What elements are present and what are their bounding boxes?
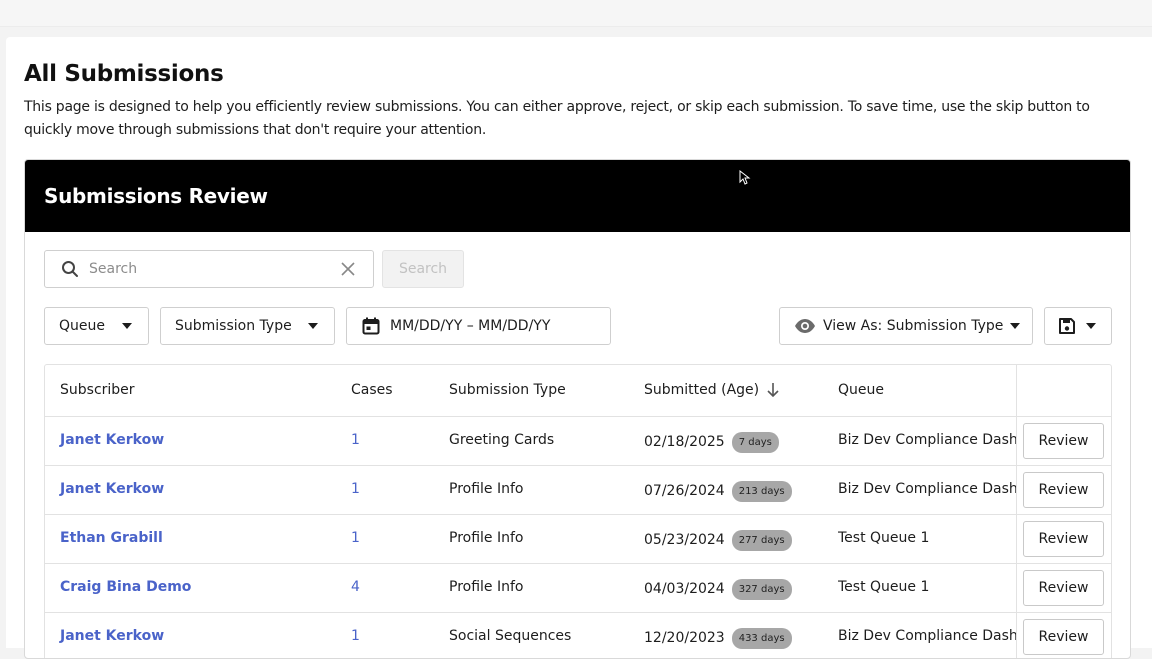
submitted-cell: 02/18/2025 7 days	[644, 432, 779, 453]
submitted-cell: 05/23/2024 277 days	[644, 530, 792, 551]
calendar-icon	[362, 317, 380, 335]
mouse-cursor-icon	[739, 170, 751, 185]
submission-type-cell: Profile Info	[449, 579, 524, 595]
header-queue[interactable]: Queue	[838, 382, 884, 398]
caret-down-icon	[122, 323, 132, 329]
submission-type-dropdown-label: Submission Type	[175, 318, 292, 334]
date-range-label: MM/DD/YY – MM/DD/YY	[390, 318, 551, 334]
submission-type-cell: Profile Info	[449, 481, 524, 497]
search-box	[44, 250, 374, 288]
submitted-date: 04/03/2024	[644, 581, 725, 597]
submission-type-cell: Social Sequences	[449, 628, 572, 644]
submission-type-cell: Profile Info	[449, 530, 524, 546]
review-button[interactable]: Review	[1023, 521, 1104, 557]
view-as-label: View As: Submission Type	[823, 318, 1004, 334]
table-row: Craig Bina Demo 4 Profile Info 04/03/202…	[45, 564, 1111, 613]
review-button[interactable]: Review	[1023, 472, 1104, 508]
subscriber-link[interactable]: Janet Kerkow	[60, 481, 164, 497]
table-row: Janet Kerkow 1 Profile Info 07/26/2024 21…	[45, 466, 1111, 515]
arrow-down-icon[interactable]	[766, 382, 780, 398]
submitted-date: 12/20/2023	[644, 630, 725, 646]
cases-link[interactable]: 1	[351, 432, 360, 448]
save-icon	[1059, 318, 1075, 334]
page-description: This page is designed to help you effici…	[24, 99, 1090, 138]
table-row: Ethan Grabill 1 Profile Info 05/23/2024 2…	[45, 515, 1111, 564]
table-header: Subscriber Cases Submission Type Submitt…	[45, 365, 1111, 417]
review-button[interactable]: Review	[1023, 423, 1104, 459]
age-badge: 213 days	[731, 481, 792, 502]
review-button[interactable]: Review	[1023, 570, 1104, 606]
subscriber-link[interactable]: Janet Kerkow	[60, 628, 164, 644]
queue-cell: Test Queue 1	[838, 530, 930, 546]
panel-header: Submissions Review	[25, 160, 1130, 232]
subscriber-link[interactable]: Janet Kerkow	[60, 432, 164, 448]
submitted-cell: 04/03/2024 327 days	[644, 579, 792, 600]
age-badge: 433 days	[731, 628, 792, 649]
caret-down-icon	[1086, 323, 1096, 329]
age-badge: 7 days	[731, 432, 779, 453]
submitted-date: 02/18/2025	[644, 434, 725, 450]
queue-cell: Biz Dev Compliance Dashboard	[838, 481, 1016, 497]
save-view-dropdown[interactable]	[1044, 307, 1112, 345]
caret-down-icon	[308, 323, 318, 329]
header-cases[interactable]: Cases	[351, 382, 393, 398]
table-row: Janet Kerkow 1 Social Sequences 12/20/20…	[45, 613, 1111, 658]
view-as-dropdown[interactable]: View As: Submission Type	[779, 307, 1033, 345]
caret-down-icon	[1010, 323, 1020, 329]
header-submission-type[interactable]: Submission Type	[449, 382, 566, 398]
submitted-cell: 07/26/2024 213 days	[644, 481, 792, 502]
age-badge: 277 days	[731, 530, 792, 551]
cases-link[interactable]: 1	[351, 481, 360, 497]
cases-link[interactable]: 1	[351, 628, 360, 644]
search-input[interactable]	[89, 259, 329, 279]
panel-title: Submissions Review	[44, 184, 268, 208]
submission-type-dropdown[interactable]: Submission Type	[160, 307, 335, 345]
header-submitted[interactable]: Submitted (Age)	[644, 382, 759, 398]
queue-dropdown[interactable]: Queue	[44, 307, 149, 345]
eye-icon	[795, 319, 815, 333]
cases-link[interactable]: 1	[351, 530, 360, 546]
submitted-date: 05/23/2024	[644, 532, 725, 548]
queue-dropdown-label: Queue	[59, 318, 105, 334]
subscriber-link[interactable]: Ethan Grabill	[60, 530, 163, 546]
search-icon	[62, 261, 78, 277]
submitted-date: 07/26/2024	[644, 483, 725, 499]
header-subscriber[interactable]: Subscriber	[60, 382, 135, 398]
page-title: All Submissions	[24, 61, 224, 87]
submissions-panel: Submissions Review Search Queue Submissi…	[24, 159, 1131, 659]
action-column-divider	[1016, 365, 1017, 658]
submission-type-cell: Greeting Cards	[449, 432, 555, 448]
subscriber-link[interactable]: Craig Bina Demo	[60, 579, 191, 595]
search-button[interactable]: Search	[382, 250, 464, 288]
queue-cell: Biz Dev Compliance Dashboard	[838, 628, 1016, 644]
review-button[interactable]: Review	[1023, 619, 1104, 655]
date-range-picker[interactable]: MM/DD/YY – MM/DD/YY	[346, 307, 611, 345]
main-page: All Submissions This page is designed to…	[6, 37, 1152, 659]
clear-icon[interactable]	[340, 261, 356, 277]
submitted-cell: 12/20/2023 433 days	[644, 628, 792, 649]
table-row: Janet Kerkow 1 Greeting Cards 02/18/2025…	[45, 417, 1111, 466]
cases-link[interactable]: 4	[351, 579, 360, 595]
top-bar	[0, 0, 1152, 27]
age-badge: 327 days	[731, 579, 792, 600]
submissions-table: Subscriber Cases Submission Type Submitt…	[44, 364, 1112, 658]
queue-cell: Test Queue 1	[838, 579, 930, 595]
queue-cell: Biz Dev Compliance Dashboard	[838, 432, 1016, 448]
